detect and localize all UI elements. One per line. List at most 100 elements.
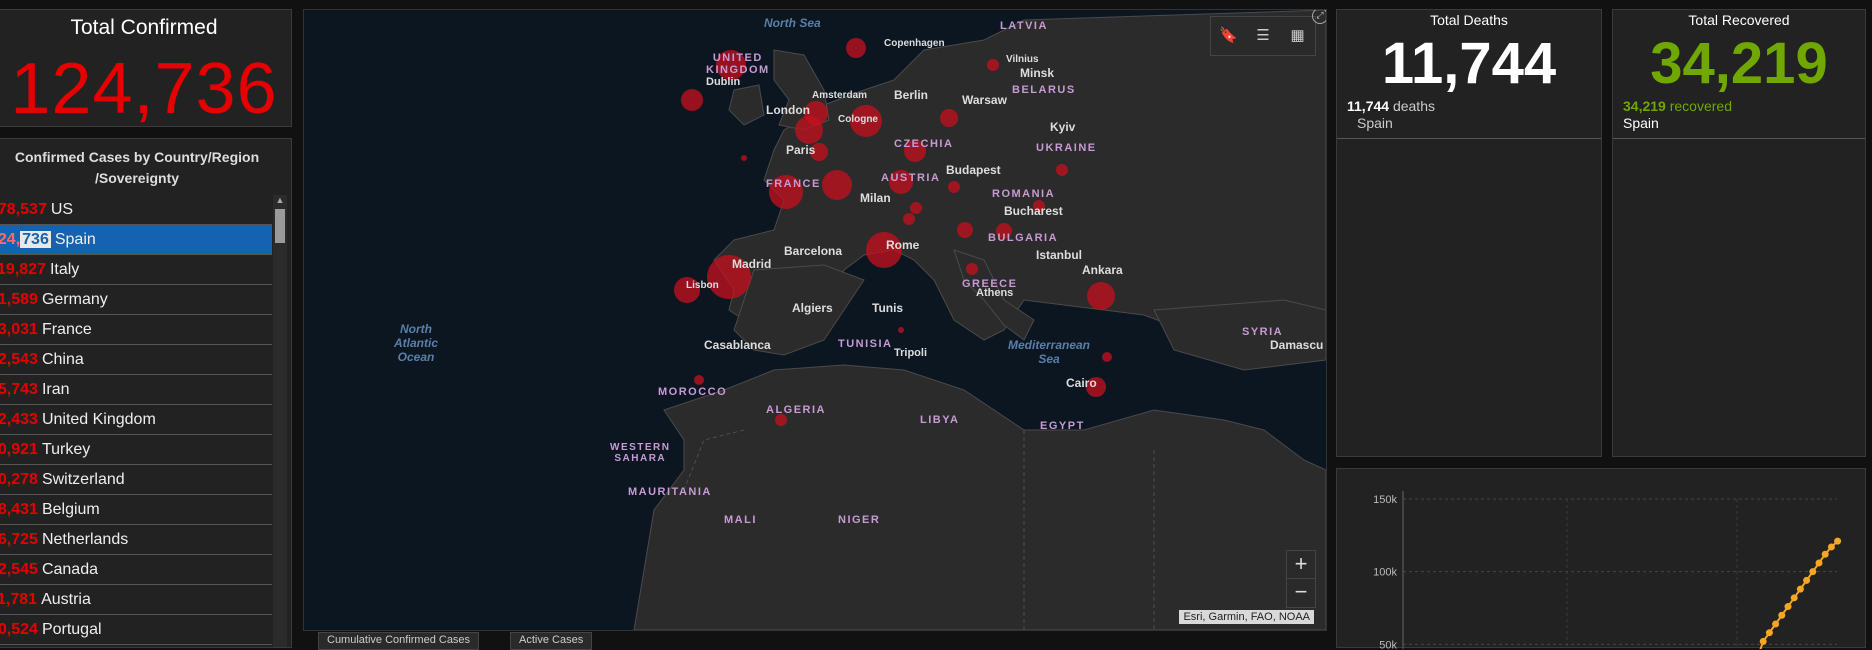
deaths-detail: 11,744 deaths Spain (1347, 98, 1435, 132)
total-recovered-value: 34,219 (1650, 31, 1828, 96)
country-row[interactable]: 12,545Canada (0, 555, 272, 585)
chart-point[interactable] (1796, 585, 1804, 593)
label-bucharest: Bucharest (1004, 204, 1063, 218)
legend-list-icon[interactable]: ☰ (1252, 25, 1274, 47)
chart-point[interactable] (1778, 611, 1786, 619)
label-rome: Rome (886, 238, 920, 252)
label-algiers: Algiers (792, 301, 833, 315)
country-count: 10,524 (0, 621, 38, 638)
label-barcelona: Barcelona (784, 244, 843, 258)
total-confirmed-panel: Total Confirmed 124,736 (0, 9, 292, 129)
country-row[interactable]: 18,431Belgium (0, 495, 272, 525)
label-atlantic: North Atlantic Ocean (386, 322, 446, 364)
country-row[interactable]: 42,433United Kingdom (0, 405, 272, 435)
label-morocco: MOROCCO (658, 386, 728, 398)
label-lisbon: Lisbon (686, 280, 719, 291)
country-name: Switzerland (41, 471, 125, 488)
scroll-up-arrow-icon[interactable]: ▲ (275, 195, 285, 205)
chart-point[interactable] (1827, 543, 1835, 551)
chart-point[interactable] (1772, 620, 1780, 628)
label-tripoli: Tripoli (894, 347, 927, 359)
zoom-out-button[interactable]: − (1286, 578, 1316, 608)
trend-chart-panel: 150k 100k 50k (1336, 468, 1866, 649)
country-count: 20,278 (0, 471, 38, 488)
country-row[interactable]: 91,589Germany (0, 285, 272, 315)
label-berlin: Berlin (894, 88, 929, 102)
country-name: Portugal (41, 621, 102, 638)
chart-point[interactable] (1790, 594, 1798, 602)
label-budapest: Budapest (946, 163, 1001, 177)
label-ankara: Ankara (1082, 263, 1123, 277)
label-niger: NIGER (838, 514, 881, 526)
country-row[interactable]: 10,524Portugal (0, 615, 272, 645)
chart-y-tick-label: 100k (1373, 567, 1397, 579)
label-amsterdam: Amsterdam (812, 90, 868, 101)
label-france: FRANCE (766, 178, 821, 190)
chart-y-tick-label: 150k (1373, 494, 1397, 506)
country-row[interactable]: 119,827Italy (0, 255, 272, 285)
tab-active-cases[interactable]: Active Cases (510, 632, 593, 650)
expand-icon[interactable]: ⤢ (1312, 10, 1326, 24)
label-damascus: Damascu (1270, 338, 1324, 352)
label-mediterranean-line2: Sea (1038, 352, 1060, 366)
chart-point[interactable] (1809, 568, 1817, 576)
scroll-thumb[interactable] (275, 209, 285, 243)
country-row[interactable]: 83,031France (0, 315, 272, 345)
label-mali: MALI (724, 514, 757, 526)
label-egypt: EGYPT (1040, 420, 1085, 432)
country-row[interactable]: 124,736Spain (0, 225, 272, 255)
label-bulgaria: BULGARIA (988, 232, 1059, 244)
country-count: 119,827 (0, 261, 46, 278)
label-syria: SYRIA (1242, 326, 1284, 338)
tab-cumulative-confirmed[interactable]: Cumulative Confirmed Cases (318, 632, 480, 650)
chart-point[interactable] (1834, 537, 1842, 545)
label-uk-line2: KINGDOM (706, 64, 770, 76)
label-cologne: Cologne (838, 114, 878, 125)
chart-point[interactable] (1821, 550, 1829, 558)
country-name: Belgium (41, 501, 100, 518)
map-toolbar: 🔖 ☰ ▦ (1210, 16, 1316, 56)
label-istanbul: Istanbul (1036, 248, 1083, 262)
country-row[interactable]: 278,537US (0, 195, 272, 225)
trend-chart: 150k 100k 50k (1373, 491, 1842, 649)
country-list-title-line1: Confirmed Cases by Country/Region (14, 149, 260, 165)
label-casablanca: Casablanca (704, 338, 771, 352)
country-count-part1: 124, (0, 231, 21, 248)
country-row[interactable]: 16,725Netherlands (0, 525, 272, 555)
label-madrid: Madrid (732, 257, 772, 271)
country-row[interactable]: 20,921Turkey (0, 435, 272, 465)
country-row[interactable]: 20,278Switzerland (0, 465, 272, 495)
country-row[interactable]: 82,543China (0, 345, 272, 375)
country-name: United Kingdom (41, 411, 156, 428)
country-count: 91,589 (0, 291, 38, 308)
label-atlantic-line1: North (400, 322, 432, 336)
chart-point[interactable] (1784, 603, 1792, 611)
label-latvia: LATVIA (1000, 20, 1048, 32)
country-row[interactable]: 11,781Austria (0, 585, 272, 615)
country-count: 83,031 (0, 321, 38, 338)
country-name: Turkey (41, 441, 91, 458)
map-view[interactable]: North Sea North Atlantic Ocean Mediterra… (303, 9, 1327, 631)
chart-point[interactable] (1765, 629, 1773, 637)
label-cairo: Cairo (1066, 376, 1097, 390)
country-row[interactable]: 55,743Iran (0, 375, 272, 405)
label-vilnius: Vilnius (1006, 54, 1039, 65)
total-deaths-value: 11,744 (1381, 31, 1557, 96)
label-milan: Milan (860, 191, 891, 205)
bookmark-icon[interactable]: 🔖 (1217, 25, 1239, 47)
zoom-in-button[interactable]: + (1286, 550, 1316, 580)
basemap-land (633, 10, 1326, 630)
country-name: Spain (54, 231, 96, 248)
label-mauritania: MAURITANIA (628, 486, 712, 498)
list-scrollbar[interactable]: ▲ (273, 195, 287, 647)
chart-point[interactable] (1815, 559, 1823, 567)
country-name: Iran (41, 381, 70, 398)
label-czechia: CZECHIA (894, 138, 954, 150)
label-kyiv: Kyiv (1050, 120, 1076, 134)
chart-point[interactable] (1759, 637, 1767, 645)
label-ukraine: UKRAINE (1036, 142, 1097, 154)
basemap-gallery-icon[interactable]: ▦ (1287, 25, 1309, 47)
label-austria: AUSTRIA (881, 172, 941, 184)
country-count: 18,431 (0, 501, 38, 518)
chart-point[interactable] (1803, 576, 1811, 584)
